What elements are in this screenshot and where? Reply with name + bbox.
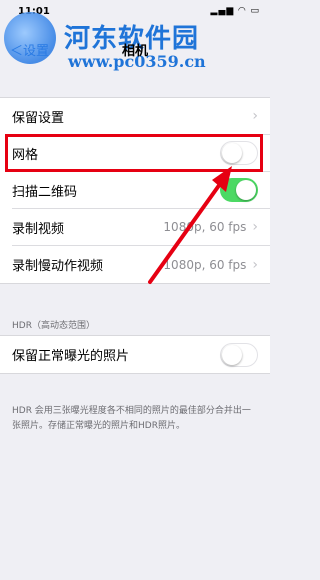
annotation-arrow-icon <box>148 166 232 284</box>
